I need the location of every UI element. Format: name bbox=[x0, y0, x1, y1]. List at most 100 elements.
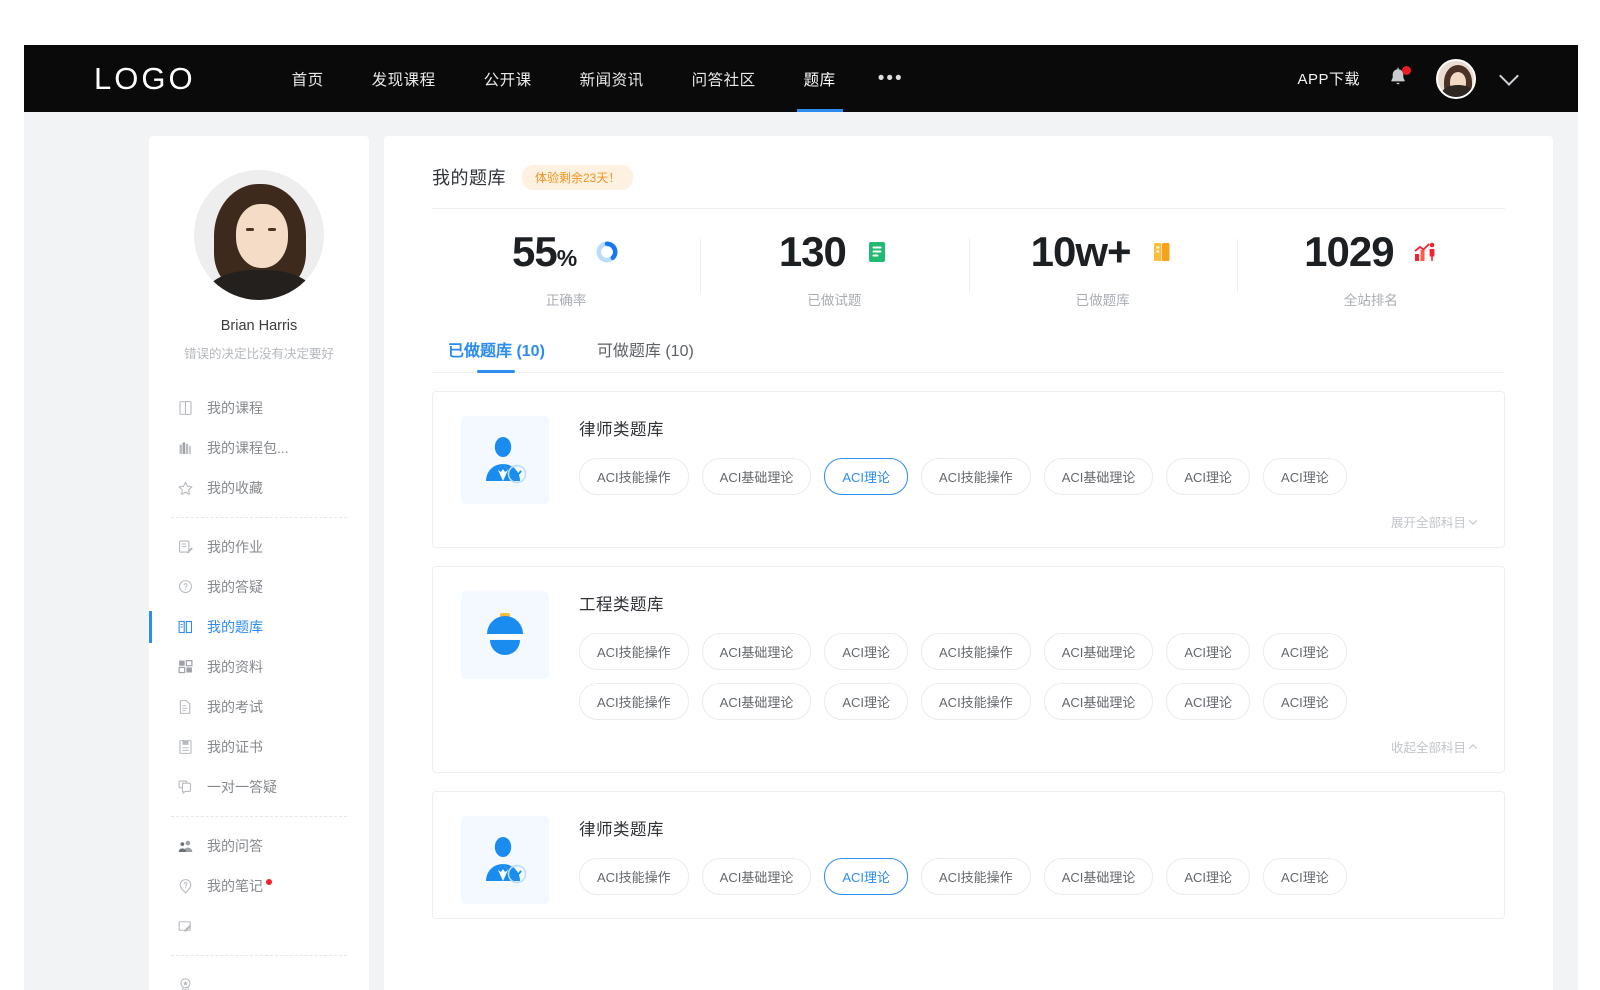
nav-item-qa-community[interactable]: 问答社区 bbox=[668, 45, 780, 112]
sidebar-item-my-materials[interactable]: 我的资料 bbox=[149, 647, 369, 687]
app-download-link[interactable]: APP下载 bbox=[1297, 68, 1360, 89]
document-icon bbox=[864, 239, 890, 265]
medal-icon bbox=[177, 977, 194, 990]
subject-chip[interactable]: ACI技能操作 bbox=[579, 683, 689, 720]
nav-item-discover-courses[interactable]: 发现课程 bbox=[348, 45, 460, 112]
sidebar-item-my-favorites[interactable]: 我的收藏 bbox=[149, 468, 369, 508]
notification-badge-dot bbox=[1402, 66, 1411, 75]
chat-icon bbox=[177, 779, 194, 796]
subject-chip[interactable]: ACI理论 bbox=[1263, 683, 1347, 720]
subject-chip[interactable]: ACI基础理论 bbox=[1044, 633, 1154, 670]
sidebar-item-my-certificates[interactable]: 我的证书 bbox=[149, 727, 369, 767]
subject-chip[interactable]: ACI基础理论 bbox=[1044, 683, 1154, 720]
subject-chip[interactable]: ACI技能操作 bbox=[921, 458, 1031, 495]
subject-chip[interactable]: ACI理论 bbox=[1263, 858, 1347, 895]
stat-number: 55 bbox=[512, 228, 557, 275]
expand-all-subjects-link[interactable]: 展开全部科目 bbox=[579, 508, 1478, 537]
subject-chip[interactable]: ACI理论 bbox=[824, 683, 908, 720]
subject-chip[interactable]: ACI理论 bbox=[1166, 458, 1250, 495]
nav-item-question-bank[interactable]: 题库 bbox=[780, 45, 860, 112]
subject-chip[interactable]: ACI理论 bbox=[1166, 683, 1250, 720]
stat-number: 130 bbox=[779, 228, 846, 275]
subject-chip-selected[interactable]: ACI理论 bbox=[824, 458, 908, 495]
sidebar-item-my-course-packages[interactable]: 我的课程包... bbox=[149, 428, 369, 468]
question-bank-card[interactable]: 律师类题库 ACI技能操作 ACI基础理论 ACI理论 ACI技能操作 ACI基… bbox=[432, 791, 1505, 919]
subject-chip[interactable]: ACI理论 bbox=[1263, 633, 1347, 670]
subject-chip[interactable]: ACI基础理论 bbox=[702, 858, 812, 895]
stat-value: 1029 bbox=[1304, 231, 1393, 273]
content-tabs: 已做题库 (10) 可做题库 (10) bbox=[432, 321, 1505, 373]
sidebar-item-label: 我的收藏 bbox=[207, 478, 263, 498]
sidebar-item-label: 一对一答疑 bbox=[207, 777, 277, 797]
certificate-icon bbox=[177, 739, 194, 756]
subject-chip[interactable]: ACI基础理论 bbox=[702, 683, 812, 720]
avatar-body bbox=[1442, 85, 1474, 99]
page-title: 我的题库 bbox=[432, 164, 506, 190]
subject-chip[interactable]: ACI基础理论 bbox=[1044, 858, 1154, 895]
sidebar-item-my-homework[interactable]: 我的作业 bbox=[149, 527, 369, 567]
ranking-icon bbox=[1412, 239, 1438, 265]
user-name: Brian Harris bbox=[149, 318, 369, 334]
stat-value-row: 1029 bbox=[1304, 231, 1437, 273]
sidebar-item-my-questions[interactable]: 我的笔记 bbox=[149, 866, 369, 906]
stat-accuracy: 55% 正确率 bbox=[432, 231, 700, 309]
subject-chip[interactable]: ACI基础理论 bbox=[702, 458, 812, 495]
tab-done-banks[interactable]: 已做题库 (10) bbox=[448, 337, 545, 373]
subject-chip-row: ACI技能操作 ACI基础理论 ACI理论 ACI技能操作 ACI基础理论 AC… bbox=[579, 458, 1478, 495]
question-bank-card[interactable]: 律师类题库 ACI技能操作 ACI基础理论 ACI理论 ACI技能操作 ACI基… bbox=[432, 391, 1505, 548]
nav-item-news[interactable]: 新闻资讯 bbox=[556, 45, 668, 112]
nav-item-open-class[interactable]: 公开课 bbox=[460, 45, 556, 112]
subject-chip[interactable]: ACI技能操作 bbox=[579, 858, 689, 895]
trial-status-badge: 体验剩余23天！ bbox=[522, 165, 633, 190]
tab-available-banks[interactable]: 可做题库 (10) bbox=[597, 337, 694, 373]
sidebar-item-my-question-bank[interactable]: 我的题库 bbox=[149, 607, 369, 647]
note-icon bbox=[177, 918, 194, 935]
stat-label: 正确率 bbox=[546, 289, 587, 309]
subject-chip[interactable]: ACI理论 bbox=[1166, 858, 1250, 895]
sidebar-item-my-courses[interactable]: 我的课程 bbox=[149, 388, 369, 428]
collapse-all-subjects-link[interactable]: 收起全部科目 bbox=[579, 733, 1478, 762]
sidebar-item-label: 我的作业 bbox=[207, 537, 263, 557]
subject-chip[interactable]: ACI基础理论 bbox=[1044, 458, 1154, 495]
avatar-face bbox=[236, 204, 288, 268]
subject-chip[interactable]: ACI理论 bbox=[1166, 633, 1250, 670]
question-bank-list: 律师类题库 ACI技能操作 ACI基础理论 ACI理论 ACI技能操作 ACI基… bbox=[432, 373, 1505, 919]
subject-chip[interactable]: ACI技能操作 bbox=[921, 858, 1031, 895]
subject-chip[interactable]: ACI理论 bbox=[824, 633, 908, 670]
main-panel: 我的题库 体验剩余23天！ 55% 正确率 bbox=[384, 136, 1553, 990]
site-logo[interactable]: LOGO bbox=[94, 61, 196, 97]
subject-chip[interactable]: ACI技能操作 bbox=[921, 683, 1031, 720]
sidebar-item-my-group[interactable]: 我的问答 bbox=[149, 826, 369, 866]
subject-chip[interactable]: ACI基础理论 bbox=[702, 633, 812, 670]
sidebar-item-my-notes[interactable] bbox=[149, 906, 369, 946]
nav-more-icon[interactable]: ••• bbox=[860, 45, 922, 112]
question-circle-icon bbox=[177, 579, 194, 596]
subject-chip[interactable]: ACI技能操作 bbox=[579, 633, 689, 670]
question-bank-card[interactable]: 工程类题库 ACI技能操作 ACI基础理论 ACI理论 ACI技能操作 ACI基… bbox=[432, 566, 1505, 773]
unread-badge-dot bbox=[266, 879, 272, 885]
notification-bell-button[interactable] bbox=[1386, 66, 1410, 92]
sidebar-item-my-qa[interactable]: 我的答疑 bbox=[149, 567, 369, 607]
primary-nav: 首页 发现课程 公开课 新闻资讯 问答社区 题库 ••• bbox=[268, 45, 922, 112]
sidebar-item-my-points[interactable] bbox=[149, 965, 369, 990]
chevron-down-icon[interactable] bbox=[1499, 66, 1519, 86]
stat-site-rank: 1029 全站排名 bbox=[1237, 231, 1505, 309]
lawyer-avatar-icon bbox=[461, 416, 549, 504]
avatar[interactable] bbox=[1436, 59, 1476, 99]
avatar-eye-right bbox=[268, 228, 276, 231]
chevron-down-icon bbox=[1469, 516, 1477, 524]
card-body: 律师类题库 ACI技能操作 ACI基础理论 ACI理论 ACI技能操作 ACI基… bbox=[579, 416, 1478, 537]
sidebar-item-my-exams[interactable]: 我的考试 bbox=[149, 687, 369, 727]
subject-chip[interactable]: ACI理论 bbox=[1263, 458, 1347, 495]
avatar-eye-left bbox=[246, 228, 254, 231]
sidebar-avatar bbox=[194, 170, 324, 300]
sidebar-item-label: 我的题库 bbox=[207, 617, 263, 637]
nav-item-home[interactable]: 首页 bbox=[268, 45, 348, 112]
book-icon bbox=[177, 400, 194, 417]
subject-chip[interactable]: ACI技能操作 bbox=[921, 633, 1031, 670]
subject-chip-selected[interactable]: ACI理论 bbox=[824, 858, 908, 895]
subject-chip[interactable]: ACI技能操作 bbox=[579, 458, 689, 495]
stat-label: 已做试题 bbox=[807, 289, 861, 309]
lawyer-avatar-icon bbox=[461, 816, 549, 904]
sidebar-item-one-on-one-qa[interactable]: 一对一答疑 bbox=[149, 767, 369, 807]
